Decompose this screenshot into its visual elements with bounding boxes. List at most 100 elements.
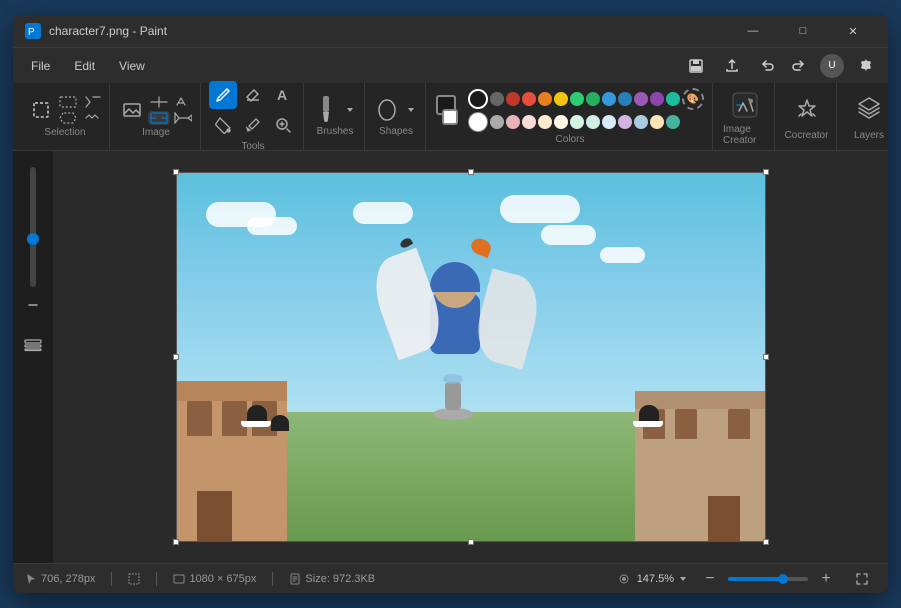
color-swatches: 🎨 [468, 88, 704, 132]
brush-options-button[interactable] [19, 331, 47, 359]
zoom-bar-track[interactable] [728, 577, 808, 581]
color-swatch-skyblue[interactable] [602, 115, 616, 129]
window-controls: — □ ✕ [730, 15, 876, 47]
menu-view[interactable]: View [109, 55, 155, 77]
tools-group: A [203, 83, 304, 150]
color-swatch-orange[interactable] [538, 92, 552, 106]
zoom-down-button[interactable] [19, 291, 47, 319]
color-swatch-teal[interactable] [666, 92, 680, 106]
color-swatch-seafoam[interactable] [666, 115, 680, 129]
selection-tool[interactable] [27, 96, 55, 124]
maximize-button[interactable]: □ [780, 15, 826, 47]
handle-tm[interactable] [468, 169, 474, 175]
color-swatch-black[interactable] [468, 89, 488, 109]
handle-tr[interactable] [763, 169, 769, 175]
color-swatch-lightgreen[interactable] [570, 115, 584, 129]
canvas-area[interactable] [53, 151, 888, 563]
color-swatch-red[interactable] [522, 92, 536, 106]
share-button[interactable] [718, 52, 746, 80]
zoom-track[interactable] [30, 167, 36, 287]
image-sub4[interactable] [172, 111, 194, 125]
zoom-bar-handle[interactable] [778, 574, 788, 584]
color-swatch-powderblue[interactable] [634, 115, 648, 129]
undo-button[interactable] [754, 52, 782, 80]
current-colors [436, 95, 458, 125]
image-sub2[interactable] [148, 111, 170, 125]
svg-text:A: A [277, 87, 287, 103]
image-tool1[interactable] [118, 96, 146, 124]
color-swatch-blue[interactable] [618, 92, 632, 106]
image-sub1[interactable] [148, 95, 170, 109]
fill-tool[interactable] [209, 111, 237, 139]
text-tool[interactable]: A [269, 81, 297, 109]
settings-button[interactable] [852, 52, 880, 80]
menu-right-actions: U [682, 52, 880, 80]
handle-lm[interactable] [173, 354, 179, 360]
selection-sub3[interactable] [81, 95, 103, 109]
selection-sub1[interactable] [57, 95, 79, 109]
pencil-tool[interactable] [209, 81, 237, 109]
eraser-tool[interactable] [239, 81, 267, 109]
shapes-label: Shapes [379, 126, 413, 137]
user-avatar[interactable]: U [820, 54, 844, 78]
color-picker-button[interactable]: 🎨 [682, 88, 704, 110]
color-swatch-darkred[interactable] [506, 92, 520, 106]
shapes-tool[interactable] [373, 96, 401, 124]
layers-tool[interactable] [849, 92, 888, 128]
zoom-slider-container [19, 167, 47, 319]
handle-bm[interactable] [468, 539, 474, 545]
color-swatch-purple[interactable] [634, 92, 648, 106]
save-button[interactable] [682, 52, 710, 80]
menu-file[interactable]: File [21, 55, 60, 77]
cloud-4 [541, 225, 596, 245]
handle-bl[interactable] [173, 539, 179, 545]
color-swatch-lightgray[interactable] [490, 115, 504, 129]
zoom-out-button[interactable]: − [696, 565, 724, 593]
fit-window-button[interactable] [848, 565, 876, 593]
color-swatch-darkpurple[interactable] [650, 92, 664, 106]
shapes-dropdown[interactable] [403, 96, 419, 124]
background-color[interactable] [442, 109, 458, 125]
brushes-tool[interactable] [312, 96, 340, 124]
image-sub3[interactable] [172, 95, 194, 109]
color-swatch-lilac[interactable] [618, 115, 632, 129]
selection-sub2[interactable] [57, 111, 79, 125]
canvas-dimensions: 1080 × 675px [173, 573, 256, 585]
menu-edit[interactable]: Edit [64, 55, 105, 77]
image-creator-tool[interactable] [725, 87, 765, 122]
color-swatch-lightblue[interactable] [602, 92, 616, 106]
cloud-5 [600, 247, 645, 263]
close-button[interactable]: ✕ [830, 15, 876, 47]
image-creator-group: Image Creator [715, 83, 775, 150]
color-swatch-rose[interactable] [522, 115, 536, 129]
cocreator-tool[interactable] [787, 92, 827, 128]
brushes-group: Brushes [306, 83, 365, 150]
canvas-image[interactable] [176, 172, 766, 542]
handle-rm[interactable] [763, 354, 769, 360]
zoom-dropdown-icon[interactable] [678, 574, 688, 584]
zoom-in-button[interactable]: + [812, 565, 840, 593]
color-swatch-cream[interactable] [554, 115, 568, 129]
color-swatch-lime[interactable] [570, 92, 584, 106]
color-swatch-white[interactable] [468, 112, 488, 132]
image-group: Image [112, 83, 201, 150]
color-swatch-yellow[interactable] [554, 92, 568, 106]
minimize-button[interactable]: — [730, 15, 776, 47]
color-swatch-pink[interactable] [506, 115, 520, 129]
color-swatch-gray[interactable] [490, 92, 504, 106]
status-divider-1 [111, 572, 112, 586]
zoom-handle[interactable] [27, 233, 39, 245]
selection-sub4[interactable] [81, 111, 103, 125]
color-swatch-mintgreen[interactable] [586, 115, 600, 129]
window-title: character7.png - Paint [49, 24, 730, 38]
color-swatch-peach[interactable] [538, 115, 552, 129]
brushes-dropdown[interactable] [342, 96, 358, 124]
handle-tl[interactable] [173, 169, 179, 175]
handle-br[interactable] [763, 539, 769, 545]
color-swatch-green[interactable] [586, 92, 600, 106]
color-swatch-wheat[interactable] [650, 115, 664, 129]
cursor-icon [25, 573, 37, 585]
redo-button[interactable] [784, 52, 812, 80]
zoom-tool[interactable] [269, 111, 297, 139]
eyedropper-tool[interactable] [239, 111, 267, 139]
